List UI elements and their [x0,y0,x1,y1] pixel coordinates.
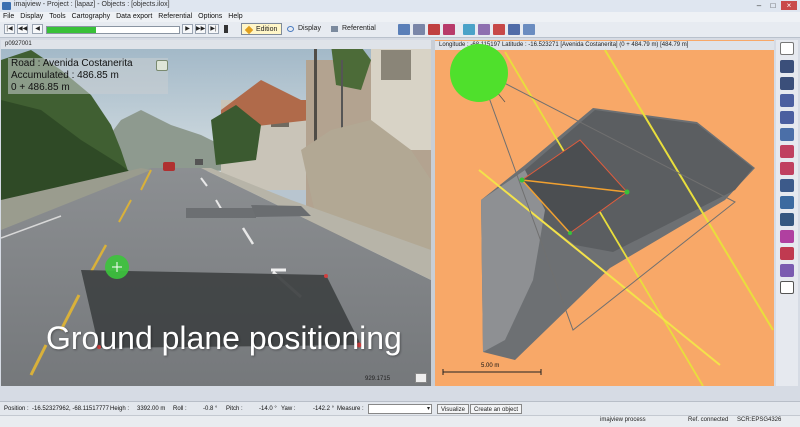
toolbar: |◀ ◀◀ ◀ ▶ ▶▶ ▶| Edition Display Referent… [0,22,800,38]
height-value: 3392.00 m [137,406,166,412]
pause-icon[interactable] [224,25,228,33]
referential-label: Referential [342,25,376,32]
layers-icon[interactable] [413,24,425,35]
pan-icon[interactable] [780,60,794,73]
ruler-icon[interactable] [780,111,794,124]
road-name: Road : Avenida Costanerita [11,58,133,69]
step-back-icon[interactable]: ◀ [32,24,43,34]
menu-help[interactable]: Help [225,12,245,22]
map-tools-sidebar [776,40,798,386]
draw-line-icon[interactable] [780,281,794,294]
scale-bar-label: 5.00 m [481,363,500,369]
orthophoto-map [435,44,774,386]
last-frame-icon[interactable]: ▶| [208,24,219,34]
layers-palette-icon[interactable] [780,230,794,243]
globe-icon[interactable] [463,24,475,35]
yaw-value: -142.2 ° [313,406,335,412]
panel-collapse-icon[interactable] [780,42,794,55]
image-name-label: p0927001 [1,40,431,49]
warning-icon[interactable] [493,24,505,35]
playback-progress-fill [47,27,96,33]
photo-icon[interactable] [443,24,455,35]
display-mode-button[interactable]: Display [284,23,325,35]
position-value: -16.52327962, -68.11517777 [32,406,109,412]
previous-icon[interactable]: ◀◀ [17,24,28,34]
map-view-icon[interactable] [398,24,410,35]
accumulated-distance: Accumulated : 486.85 m [11,70,119,81]
height-label: Heigh : [110,406,130,412]
menu-referential[interactable]: Referential [155,12,195,22]
settings-icon[interactable] [780,247,794,260]
roll-label: Roll : [173,406,187,412]
pitch-value: -14.0 ° [259,406,277,412]
menu-tools[interactable]: Tools [46,12,68,22]
first-frame-icon[interactable]: |◀ [4,24,15,34]
rotate-icon[interactable] [780,94,794,107]
expand-icon[interactable] [415,373,427,383]
chevron-down-icon: ▾ [426,406,430,412]
close-icon[interactable]: × [781,1,797,10]
tools-icon[interactable] [478,24,490,35]
measure-label: Measure : [337,406,364,412]
roll-value: -0.8 ° [203,406,218,412]
playback-progress[interactable] [46,26,180,34]
menu-file[interactable]: File [0,12,17,22]
step-forward-icon[interactable]: ▶ [182,24,193,34]
map-view-panel[interactable]: Longitude : -68.115197 Latitude : -16.52… [435,40,774,386]
layers-toggle-icon[interactable] [156,60,168,71]
frame-readout: 929.1715 [365,376,391,382]
window-icon[interactable] [523,24,535,35]
bottom-status-bar: imajview process Ref. connected SCR:EPSG… [0,415,800,427]
zoom-extent-icon[interactable] [780,196,794,209]
status-bar: Position : -16.52327962, -68.11517777 He… [0,401,800,416]
connection-status: Ref. connected [688,417,729,423]
window-title: imajview - Project : [lapaz] - Objects :… [14,1,170,8]
menu-display[interactable]: Display [17,12,46,22]
caption-overlay: Ground plane positioning [46,320,402,356]
yaw-label: Yaw : [281,406,296,412]
zoom-window-icon[interactable] [780,179,794,192]
title-bar: imajview - Project : [lapaz] - Objects :… [0,0,800,12]
menu-bar: File Display Tools Cartography Data export Re… [0,12,800,22]
pencil-icon [244,25,254,35]
info-icon[interactable] [780,264,794,277]
menu-data-export[interactable]: Data export [113,12,155,22]
edition-mode-button[interactable]: Edition [241,23,283,35]
eye-icon [287,26,294,32]
referential-mode-button[interactable]: Referential [328,23,380,35]
visualize-button[interactable]: Visualize [437,404,469,414]
next-icon[interactable]: ▶▶ [195,24,206,34]
center-map-icon[interactable] [780,213,794,226]
menu-options[interactable]: Options [195,12,225,22]
zoom-out-icon[interactable] [780,162,794,175]
edition-label: Edition [256,26,278,33]
maximize-icon[interactable]: □ [767,1,779,10]
position-label: Position : [4,406,29,412]
zoom-in-icon[interactable] [780,145,794,158]
select-icon[interactable] [780,77,794,90]
pitch-label: Pitch : [226,406,243,412]
referential-icon [331,26,338,32]
process-status: imajview process [600,417,646,423]
grid-icon[interactable] [508,24,520,35]
create-object-button[interactable]: Create an object [470,404,523,414]
zoom-fit-icon[interactable] [780,128,794,141]
chainage: 0 + 486.85 m [11,82,70,93]
scr-status: SCR:EPSG4326 [737,417,782,423]
minimize-icon[interactable]: – [753,1,765,10]
app-icon [2,2,11,10]
menu-cartography[interactable]: Cartography [69,12,114,22]
record-icon[interactable] [428,24,440,35]
measure-select[interactable]: ▾ [368,404,432,414]
road-info-box: Road : Avenida Costanerita Accumulated :… [8,58,168,94]
display-label: Display [298,25,321,32]
